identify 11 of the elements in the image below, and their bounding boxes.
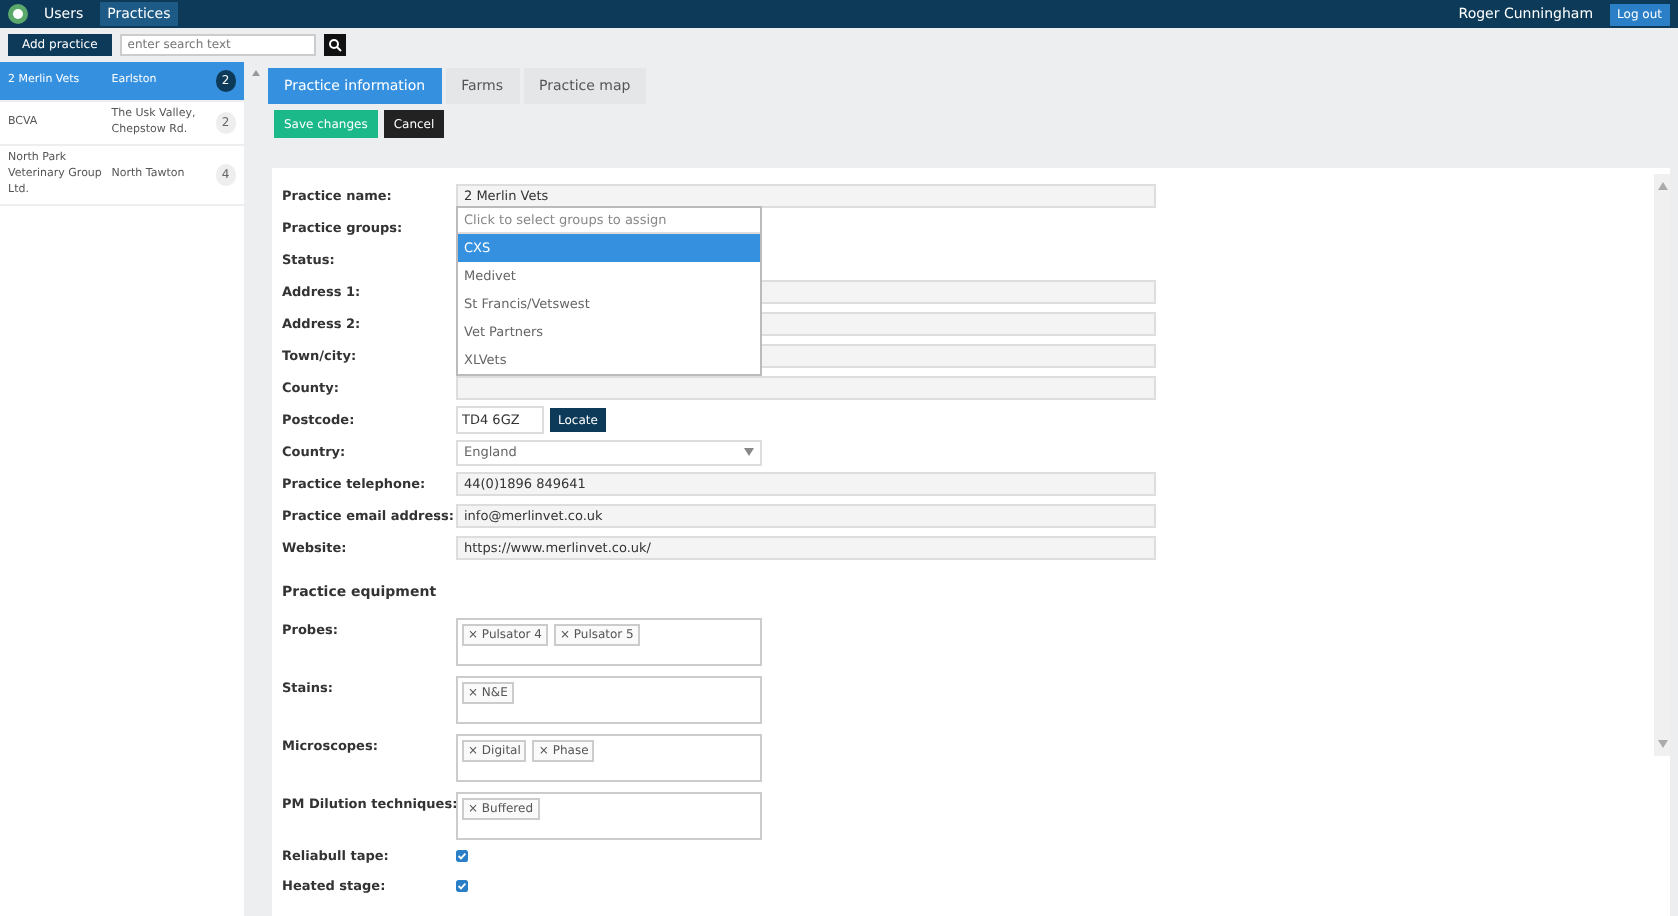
- scroll-up-icon[interactable]: [1657, 182, 1667, 190]
- checkbox[interactable]: [456, 849, 468, 861]
- caret-icon: [744, 448, 754, 456]
- search-icon: [327, 38, 342, 52]
- scroll-down-icon[interactable]: [1657, 740, 1667, 748]
- checkbox[interactable]: [456, 879, 468, 891]
- collapse-icon[interactable]: [252, 70, 260, 76]
- text-field[interactable]: [456, 376, 1156, 400]
- search-button[interactable]: [323, 34, 346, 56]
- scrollbar[interactable]: [1654, 174, 1670, 756]
- logo-icon: [8, 4, 28, 24]
